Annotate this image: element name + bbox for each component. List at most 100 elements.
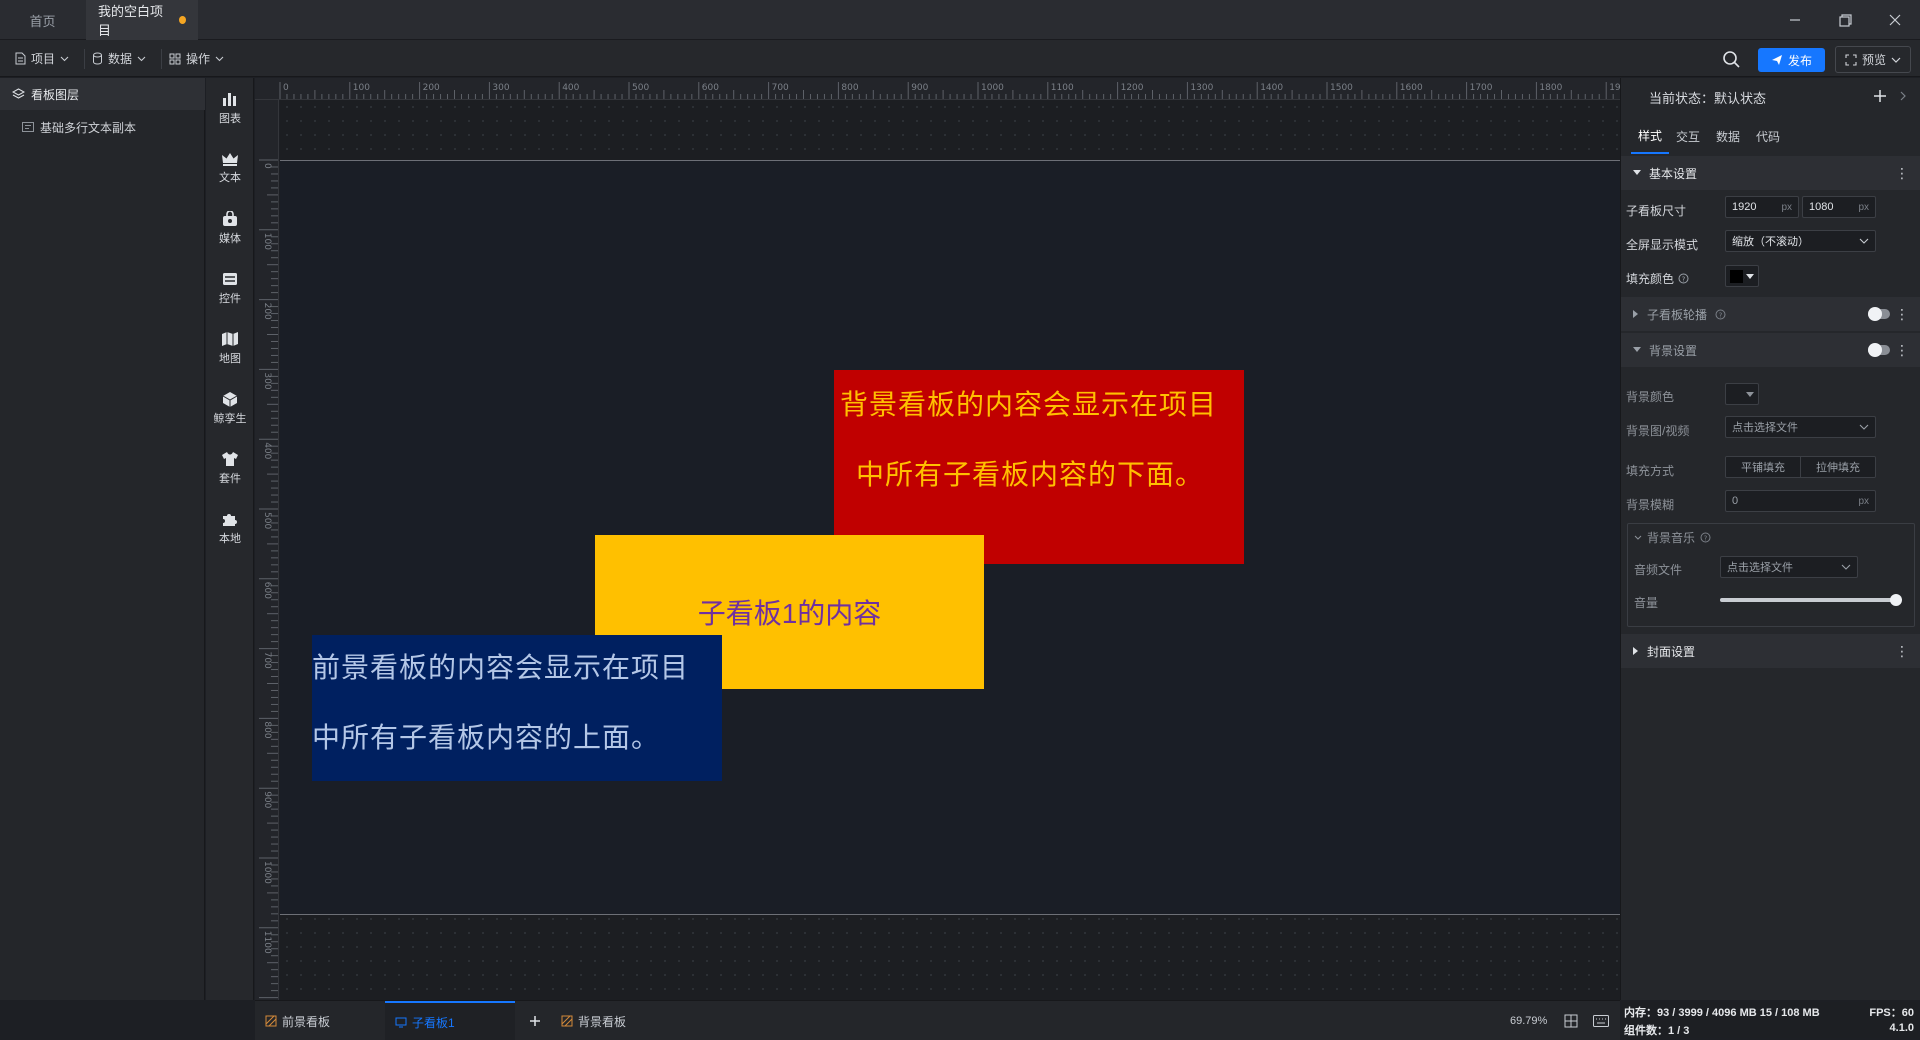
carousel-toggle[interactable] <box>1868 307 1890 321</box>
menu-label: 项目 <box>31 52 56 66</box>
music-file-value: 点击选择文件 <box>1727 562 1793 574</box>
sub-board-artboard[interactable]: 背景看板的内容会显示在项目 中所有子看板内容的下面。 子看板1的内容 前景看板的… <box>280 160 1620 915</box>
bg-color-label: 背景颜色 <box>1626 390 1675 404</box>
width-input[interactable]: 1920 px <box>1725 196 1799 218</box>
preview-button[interactable]: 预览 <box>1835 46 1912 73</box>
bg-color-picker[interactable] <box>1725 383 1759 405</box>
music-header[interactable]: 背景音乐 ? <box>1634 529 1711 546</box>
component-suite[interactable]: 套件 <box>206 438 254 498</box>
component-label: 文本 <box>219 171 241 184</box>
component-map[interactable]: 地图 <box>206 318 254 378</box>
add-board-button[interactable] <box>519 1001 551 1040</box>
height-input[interactable]: 1080 px <box>1802 196 1876 218</box>
fill-mode-segmented[interactable]: 平铺填充 拉伸填充 <box>1725 456 1876 478</box>
fullscreen-mode-select[interactable]: 缩放（不滚动） <box>1725 230 1876 252</box>
close-icon <box>1889 14 1901 26</box>
foreground-board-text-line1: 前景看板的内容会显示在项目 <box>312 652 690 683</box>
tab-project[interactable]: 我的空白项目 <box>86 0 198 40</box>
component-control[interactable]: 控件 <box>206 258 254 318</box>
more-icon[interactable]: ⋮ <box>1895 642 1909 660</box>
title-bar: 首页 我的空白项目 <box>0 0 1920 40</box>
control-icon <box>223 272 237 285</box>
restore-button[interactable] <box>1820 0 1870 40</box>
fullscreen-mode-label: 全屏显示模式 <box>1626 238 1699 252</box>
tab-foreground-board[interactable]: 前景看板 <box>255 1001 365 1040</box>
tab-home[interactable]: 首页 <box>0 0 85 40</box>
component-media[interactable]: 媒体 <box>206 198 254 258</box>
help-icon[interactable]: ? <box>1715 309 1726 320</box>
component-text[interactable]: 文本 <box>206 138 254 198</box>
background-toggle[interactable] <box>1868 343 1890 357</box>
menu-operate[interactable]: 操作 <box>161 40 232 77</box>
ruler-label: 600 <box>262 582 272 599</box>
more-icon[interactable]: ⋮ <box>1895 164 1909 182</box>
canvas-area[interactable]: 背景看板的内容会显示在项目 中所有子看板内容的下面。 子看板1的内容 前景看板的… <box>280 100 1620 1000</box>
volume-label: 音量 <box>1634 596 1659 610</box>
fps-status: FPS：60 <box>1869 1007 1914 1019</box>
component-chart[interactable]: 图表 <box>206 78 254 138</box>
tab-code[interactable]: 代码 <box>1749 118 1787 154</box>
zoom-level[interactable]: 69.79% <box>1510 1001 1547 1040</box>
caret-down-icon <box>1746 391 1754 397</box>
fullscreen-icon <box>1845 53 1857 66</box>
tab-background-board[interactable]: 背景看板 <box>551 1001 661 1040</box>
fit-screen-button[interactable] <box>1564 1014 1578 1028</box>
more-icon[interactable]: ⋮ <box>1895 341 1909 359</box>
layer-item[interactable]: 基础多行文本副本 <box>22 116 136 138</box>
section-basic-settings[interactable]: 基本设置 ⋮ <box>1621 156 1920 190</box>
search-button[interactable] <box>1722 50 1740 68</box>
ruler-label: 800 <box>841 83 858 93</box>
foreground-board-preview[interactable]: 前景看板的内容会显示在项目 中所有子看板内容的上面。 <box>312 635 722 781</box>
tab-sub-board[interactable]: 子看板1 <box>385 1001 515 1040</box>
component-label: 图表 <box>219 112 241 125</box>
shirt-icon <box>222 451 238 466</box>
state-value[interactable]: 默认状态 <box>1714 88 1766 107</box>
component-local[interactable]: 本地 <box>206 498 254 558</box>
section-background[interactable]: 背景设置 ⋮ <box>1621 333 1920 367</box>
more-icon[interactable]: ⋮ <box>1895 305 1909 323</box>
chevron-down-icon <box>60 56 69 61</box>
tab-data[interactable]: 数据 <box>1709 118 1747 154</box>
keyboard-button[interactable] <box>1593 1015 1609 1027</box>
background-music-group: 背景音乐 ? 音频文件 点击选择文件 音量 <box>1627 523 1915 627</box>
publish-button[interactable]: 发布 <box>1758 48 1826 72</box>
component-twin[interactable]: 鲸孪生 <box>206 378 254 438</box>
menu-project[interactable]: 项目 <box>6 40 77 77</box>
layers-icon <box>12 88 25 99</box>
menu-data[interactable]: 数据 <box>84 40 154 77</box>
add-state-button[interactable] <box>1873 89 1887 103</box>
music-file-select[interactable]: 点击选择文件 <box>1720 556 1858 578</box>
ruler-label: 800 <box>262 721 272 738</box>
volume-slider-thumb[interactable] <box>1890 594 1902 606</box>
caret-right-icon <box>1633 310 1638 318</box>
fill-color-picker[interactable] <box>1725 265 1759 287</box>
collapse-panel-button[interactable] <box>1899 90 1907 102</box>
menu-label: 数据 <box>108 52 133 66</box>
ruler-label: 300 <box>492 83 509 93</box>
tab-style[interactable]: 样式 <box>1631 118 1670 154</box>
section-cover[interactable]: 封面设置 ⋮ <box>1621 634 1920 668</box>
ruler-label: 700 <box>772 83 789 93</box>
component-label: 本地 <box>219 532 241 545</box>
chevron-down-icon <box>1859 424 1869 430</box>
ruler-vertical-ticks: 0100200300400500600700800900100011001200 <box>259 159 278 999</box>
keyboard-icon <box>1593 1015 1609 1027</box>
ruler-label: 1600 <box>1400 83 1423 93</box>
fill-mode-tile[interactable]: 平铺填充 <box>1726 457 1800 477</box>
tab-label: 背景看板 <box>578 1014 627 1029</box>
help-icon[interactable]: ? <box>1678 273 1689 284</box>
minimize-button[interactable] <box>1770 0 1820 40</box>
background-board-text-line2: 中所有子看板内容的下面。 <box>856 459 1205 490</box>
fill-mode-stretch[interactable]: 拉伸填充 <box>1800 457 1875 477</box>
bg-blur-input[interactable]: 0 px <box>1725 490 1876 512</box>
fill-color-row: 填充颜色 ? <box>1626 270 1689 287</box>
ruler-label: 0 <box>262 163 272 169</box>
bg-media-select[interactable]: 点击选择文件 <box>1725 416 1876 438</box>
volume-slider[interactable] <box>1720 594 1902 606</box>
section-carousel[interactable]: 子看板轮播 ? ⋮ <box>1621 297 1920 331</box>
section-title: 基本设置 <box>1649 166 1698 181</box>
tab-interaction[interactable]: 交互 <box>1669 118 1707 154</box>
layers-panel: 看板图层 基础多行文本副本 <box>0 78 205 1000</box>
help-icon[interactable]: ? <box>1700 532 1711 543</box>
close-button[interactable] <box>1870 0 1920 40</box>
